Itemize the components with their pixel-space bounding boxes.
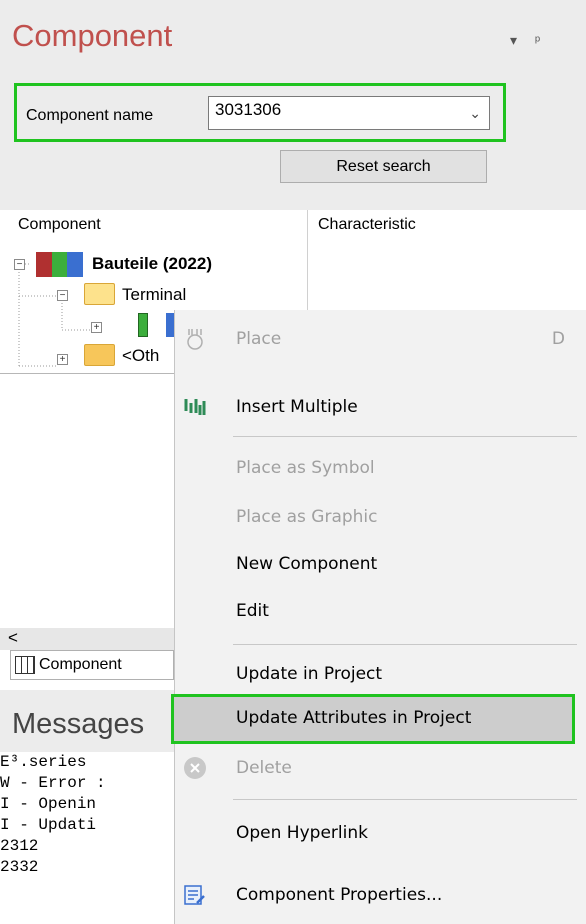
log-line: E³.series	[0, 753, 87, 771]
tree-item-terminal[interactable]: Terminal	[122, 285, 186, 305]
collapse-icon[interactable]: −	[14, 259, 25, 270]
column-header-characteristic[interactable]: Characteristic	[318, 216, 416, 234]
pin-icon[interactable]: ᵖ	[535, 32, 540, 48]
folder-open-icon	[84, 283, 115, 305]
component-name-combobox[interactable]: 3031306 ⌄	[208, 96, 490, 130]
dropdown-arrow-icon[interactable]: ▾	[510, 32, 517, 48]
component-green-icon	[138, 313, 148, 337]
tree-root-label[interactable]: Bauteile (2022)	[92, 254, 212, 274]
menu-item-insert-multiple[interactable]: Insert Multiple	[175, 385, 586, 429]
menu-separator	[233, 799, 577, 800]
horizontal-scrollbar[interactable]: <	[0, 628, 174, 650]
context-menu: Place D Insert Multiple Place as Symbol …	[171, 310, 586, 924]
menu-item-component-properties[interactable]: Component Properties...	[175, 873, 586, 917]
message-log[interactable]: E³.series W - Error : I - Openin I - Upd…	[0, 752, 174, 924]
folder-icon	[84, 344, 115, 366]
menu-item-update-in-project[interactable]: Update in Project	[175, 652, 586, 696]
panel-title: Component	[12, 18, 173, 53]
scroll-left-icon[interactable]: <	[8, 628, 18, 648]
place-icon	[187, 329, 203, 350]
reset-search-button[interactable]: Reset search	[280, 150, 487, 183]
expand-icon[interactable]: +	[91, 322, 102, 333]
menu-item-open-hyperlink[interactable]: Open Hyperlink	[175, 811, 586, 855]
menu-item-place[interactable]: Place D	[175, 317, 586, 361]
collapse-icon[interactable]: −	[57, 290, 68, 301]
menu-item-place-as-graphic[interactable]: Place as Graphic	[175, 495, 586, 539]
tab-component[interactable]: Component	[10, 650, 174, 680]
log-line: I - Openin	[0, 795, 97, 813]
component-name-label: Component name	[26, 107, 154, 124]
component-name-value: 3031306	[215, 100, 282, 119]
component-tab-icon	[15, 656, 35, 674]
insert-multiple-icon	[184, 399, 206, 415]
delete-icon	[184, 757, 206, 779]
menu-separator	[233, 644, 577, 645]
bauteile-icon	[36, 252, 84, 277]
menu-item-new-component[interactable]: New Component	[175, 542, 586, 586]
panel-controls[interactable]: ▾ ᵖ	[510, 32, 540, 49]
log-line: 2312	[0, 837, 39, 855]
component-blue-icon	[166, 313, 174, 337]
chevron-down-icon[interactable]: ⌄	[469, 105, 481, 122]
properties-icon	[184, 885, 205, 905]
log-line: I - Updati	[0, 816, 97, 834]
log-line: 2332	[0, 858, 39, 876]
menu-separator	[233, 436, 577, 437]
menu-item-edit[interactable]: Edit	[175, 589, 586, 633]
tree-item-other[interactable]: <Oth	[122, 346, 159, 366]
column-header-component[interactable]: Component	[18, 216, 101, 234]
log-line: W - Error :	[0, 774, 106, 792]
menu-item-update-attributes[interactable]: Update Attributes in Project	[171, 694, 575, 744]
menu-item-place-as-symbol[interactable]: Place as Symbol	[175, 446, 586, 490]
messages-title: Messages	[12, 708, 145, 740]
tab-label: Component	[39, 656, 122, 673]
expand-icon[interactable]: +	[57, 354, 68, 365]
menu-item-delete[interactable]: Delete	[175, 746, 586, 790]
